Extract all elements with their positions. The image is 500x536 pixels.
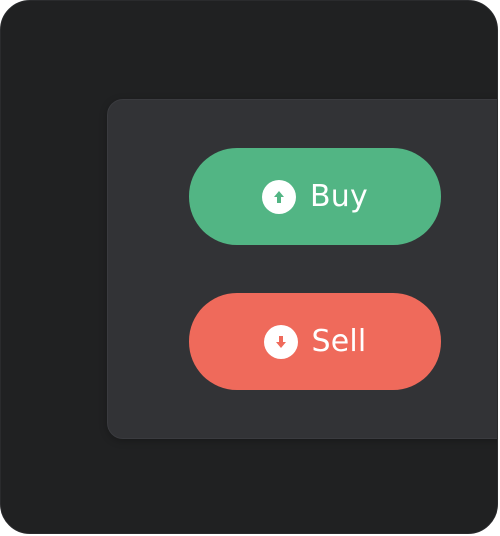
sell-button-label: Sell	[311, 323, 367, 359]
arrow-up-circle-icon	[262, 179, 297, 214]
buy-button[interactable]: Buy	[189, 148, 441, 245]
sell-button[interactable]: Sell	[189, 293, 441, 390]
app-window: Buy Sell	[0, 0, 498, 534]
arrow-down-circle-icon	[263, 324, 298, 359]
buy-button-label: Buy	[310, 178, 368, 214]
